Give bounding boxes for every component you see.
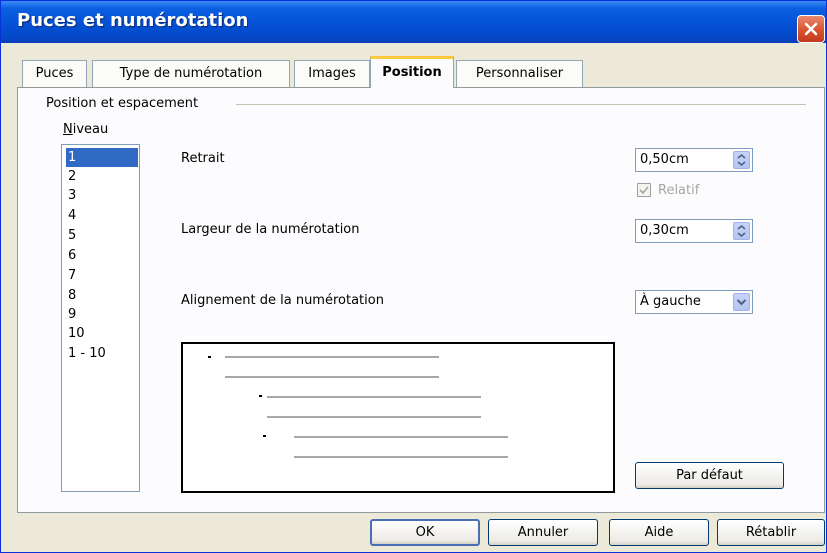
close-button[interactable] <box>797 15 825 43</box>
indent-value: 0,50cm <box>640 152 689 167</box>
window-title: Puces et numérotation <box>17 10 249 31</box>
level-label-accesskey: N <box>63 122 73 137</box>
tab-label: Type de numérotation <box>119 66 263 81</box>
close-icon <box>804 22 818 36</box>
help-button[interactable]: Aide <box>609 519 709 546</box>
tab-label: Personnaliser <box>475 66 564 81</box>
numbering-alignment-value: À gauche <box>640 294 701 309</box>
indent-label-text: Retrait <box>181 151 225 166</box>
reset-button[interactable]: Rétablir <box>717 519 825 546</box>
numbering-preview <box>181 342 615 493</box>
relative-label: Relatif <box>658 183 700 198</box>
list-item[interactable]: 10 <box>66 324 138 343</box>
list-item[interactable]: 9 <box>66 305 138 324</box>
preview-bullet <box>208 356 211 358</box>
numbering-alignment-dropdown[interactable]: À gauche <box>635 290 753 314</box>
numbering-width-spinbox[interactable]: 0,30cm <box>635 219 753 243</box>
list-item[interactable]: 2 <box>66 167 138 186</box>
numbering-alignment-label: Alignement de la numérotation <box>181 293 384 308</box>
spin-arrows-icon[interactable] <box>733 151 750 169</box>
list-item[interactable]: 8 <box>66 286 138 305</box>
list-item[interactable]: 1 - 10 <box>66 344 138 363</box>
dialog-window: Puces et numérotation Puces Type de numé… <box>0 0 827 553</box>
group-label-position-espacement: Position et espacement <box>46 96 199 111</box>
tab-label: Images <box>308 66 356 81</box>
tab-type-de-numerotation[interactable]: Type de numérotation <box>92 60 290 87</box>
numbering-width-value: 0,30cm <box>640 223 689 238</box>
list-item[interactable]: 3 <box>66 186 138 205</box>
tab-images[interactable]: Images <box>294 60 370 87</box>
cancel-button[interactable]: Annuler <box>488 519 598 546</box>
preview-line <box>294 456 508 458</box>
checkmark-icon <box>639 186 649 195</box>
preview-line <box>225 376 439 378</box>
tab-personnaliser[interactable]: Personnaliser <box>456 60 583 87</box>
preview-bullet <box>263 435 266 437</box>
preview-line <box>267 416 481 418</box>
level-label-rest: iveau <box>72 122 109 137</box>
tab-label: Position <box>382 65 442 80</box>
relative-checkbox[interactable] <box>637 183 651 197</box>
spin-arrows-icon[interactable] <box>733 222 750 240</box>
list-item[interactable]: 1 <box>66 148 138 167</box>
list-item[interactable]: 6 <box>66 246 138 265</box>
numbering-width-label: Largeur de la numérotation <box>181 222 360 237</box>
dropdown-arrow-icon[interactable] <box>733 293 750 311</box>
group-divider <box>236 104 806 105</box>
preview-bullet <box>259 395 262 397</box>
tab-puces[interactable]: Puces <box>22 60 87 87</box>
list-item[interactable]: 7 <box>66 266 138 285</box>
tab-label: Puces <box>35 66 74 81</box>
list-item[interactable]: 5 <box>66 226 138 245</box>
level-label: Niveau <box>63 122 108 137</box>
level-list[interactable]: 1 2 3 4 5 6 7 8 9 10 1 - 10 <box>61 144 140 492</box>
preview-line <box>294 436 508 438</box>
title-bar: Puces et numérotation <box>1 1 826 43</box>
indent-spinbox[interactable]: 0,50cm <box>635 148 753 172</box>
tab-position[interactable]: Position <box>370 56 454 88</box>
indent-label: Retrait <box>181 151 225 166</box>
list-item[interactable]: 4 <box>66 206 138 225</box>
ok-button[interactable]: OK <box>370 519 480 546</box>
default-button[interactable]: Par défaut <box>635 462 784 489</box>
preview-line <box>267 396 481 398</box>
preview-line <box>225 356 439 358</box>
